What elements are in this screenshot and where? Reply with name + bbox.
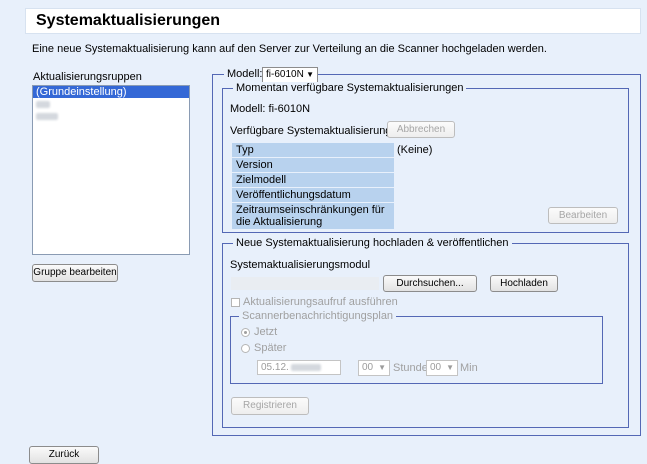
back-button[interactable]: Zurück (29, 446, 99, 464)
page-description: Eine neue Systemaktualisierung kann auf … (32, 43, 547, 55)
notify-legend: Scannerbenachrichtigungsplan (239, 310, 397, 322)
current-updates-legend: Momentan verfügbare Systemaktualisierung… (233, 82, 467, 94)
group-item-2[interactable] (33, 98, 189, 110)
row-release-date-label: Veröffentlichungsdatum (232, 188, 394, 202)
later-radio[interactable] (241, 344, 250, 353)
hour-select[interactable]: 00 ▼ (358, 360, 390, 376)
upload-legend: Neue Systemaktualisierung hochladen & ve… (233, 237, 512, 249)
groups-label: Aktualisierungsruppen (33, 71, 142, 83)
row-type-value: (Keine) (397, 144, 433, 156)
module-file-input[interactable] (231, 277, 379, 290)
model-select-value: fi-6010N (266, 69, 304, 80)
browse-button[interactable]: Durchsuchen... (383, 275, 477, 292)
model-label: Modell: (227, 68, 263, 80)
now-label: Jetzt (254, 326, 278, 338)
cancel-button[interactable]: Abbrechen (387, 121, 455, 138)
upload-button[interactable]: Hochladen (490, 275, 558, 292)
page-title: Systemaktualisierungen (36, 12, 221, 29)
register-button[interactable]: Registrieren (231, 397, 309, 415)
chevron-down-icon: ▼ (306, 70, 314, 79)
model-legend: Modell: (224, 66, 267, 82)
hour-value: 00 (362, 362, 374, 373)
page-title-bar: Systemaktualisierungen (25, 8, 641, 34)
minute-label: Min (460, 362, 478, 374)
current-model-text: Modell: fi-6010N (230, 103, 311, 115)
model-select[interactable]: fi-6010N ▼ (262, 67, 318, 83)
date-value: 05.12. (261, 362, 289, 373)
minute-value: 00 (430, 362, 442, 373)
edit-group-button[interactable]: Gruppe bearbeiten (32, 264, 118, 282)
module-label: Systemaktualisierungsmodul (230, 259, 371, 271)
groups-listbox[interactable]: (Grundeinstellung) (32, 85, 190, 255)
chevron-down-icon: ▼ (378, 363, 386, 372)
date-input[interactable]: 05.12. (257, 360, 341, 375)
group-item-default[interactable]: (Grundeinstellung) (33, 86, 189, 98)
redacted-text (36, 112, 58, 120)
row-period-label: Zeitraumseinschränkungen für die Aktuali… (232, 203, 394, 229)
redacted-text (290, 363, 321, 371)
row-version-label: Version (232, 158, 394, 172)
later-label: Später (254, 342, 287, 354)
run-update-checkbox[interactable] (231, 298, 240, 307)
now-radio[interactable] (241, 328, 250, 337)
available-update-label: Verfügbare Systemaktualisierung (230, 125, 392, 137)
chevron-down-icon: ▼ (446, 363, 454, 372)
hour-label: Stunde (393, 362, 428, 374)
run-update-label: Aktualisierungsaufruf ausführen (243, 296, 398, 308)
row-type-label: Typ (232, 143, 394, 157)
group-item-3[interactable] (33, 110, 189, 122)
redacted-text (36, 100, 50, 108)
edit-update-button[interactable]: Bearbeiten (548, 207, 618, 224)
minute-select[interactable]: 00 ▼ (426, 360, 458, 376)
row-target-model-label: Zielmodell (232, 173, 394, 187)
